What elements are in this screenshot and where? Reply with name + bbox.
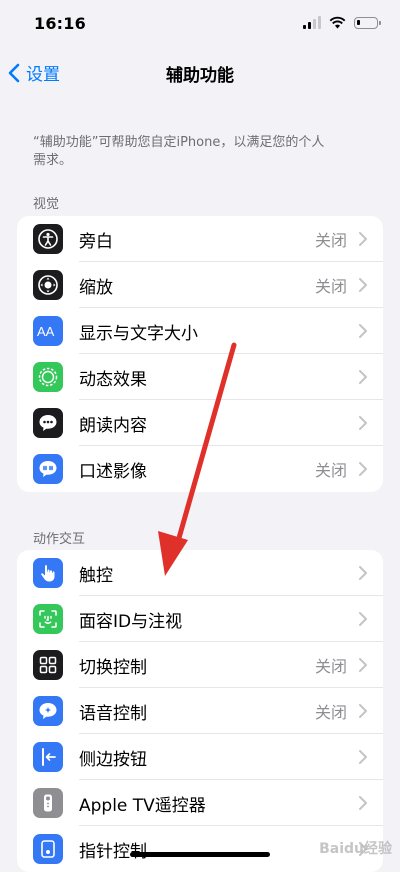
settings-row-apple-tv-remote[interactable]: Apple TV遥控器: [17, 780, 383, 826]
chevron-right-icon: [359, 566, 367, 580]
zoom-icon: [33, 270, 63, 300]
chevron-right-icon: [359, 612, 367, 626]
settings-group-vision: 旁白 关闭 缩放 关闭 AA 显示与文字大小 动态效果 朗读内容 口述影像 关闭: [17, 216, 383, 492]
settings-row-display-text-size[interactable]: AA 显示与文字大小: [17, 308, 383, 354]
watermark-logo: Baidu经验: [319, 841, 392, 857]
settings-row-side-button[interactable]: 侧边按钮: [17, 734, 383, 780]
status-icons: [303, 16, 381, 29]
touch-icon: [33, 558, 63, 588]
settings-row-switch-control[interactable]: 切换控制 关闭: [17, 642, 383, 688]
settings-group-physical-motor: 触控 面容ID与注视 切换控制 关闭 语音控制 关闭 侧边按钮 Apple TV…: [17, 550, 383, 872]
chevron-right-icon: [359, 462, 367, 476]
row-label: 朗读内容: [79, 415, 147, 436]
wifi-icon: [329, 16, 346, 29]
chevron-right-icon: [359, 704, 367, 718]
home-indicator: [130, 852, 270, 857]
voice-control-icon: [33, 696, 63, 726]
row-label: 指针控制: [79, 841, 147, 862]
battery-icon: [354, 16, 381, 29]
face-id-icon: [33, 604, 63, 634]
chevron-right-icon: [359, 416, 367, 430]
row-label: 语音控制: [79, 703, 147, 724]
navigation-bar: 设置 辅助功能: [0, 52, 400, 92]
row-label: Apple TV遥控器: [79, 795, 206, 816]
row-value: 关闭: [314, 461, 347, 480]
page-title: 辅助功能: [166, 66, 234, 86]
cellular-signal-icon: [303, 16, 321, 29]
row-value: 关闭: [314, 231, 347, 250]
settings-row-face-id-attention[interactable]: 面容ID与注视: [17, 596, 383, 642]
settings-row-audio-descriptions[interactable]: 口述影像 关闭: [17, 446, 383, 492]
spoken-content-icon: [33, 408, 63, 438]
row-label: 触控: [79, 565, 113, 586]
audio-description-icon: [33, 454, 63, 484]
row-value: 关闭: [314, 703, 347, 722]
row-label: 动态效果: [79, 369, 147, 390]
chevron-right-icon: [359, 278, 367, 292]
settings-row-zoom[interactable]: 缩放 关闭: [17, 262, 383, 308]
chevron-right-icon: [359, 232, 367, 246]
apple-tv-remote-icon: [33, 788, 63, 818]
settings-row-voiceover[interactable]: 旁白 关闭: [17, 216, 383, 262]
side-button-icon: [33, 742, 63, 772]
settings-row-spoken-content[interactable]: 朗读内容: [17, 400, 383, 446]
row-label: 显示与文字大小: [79, 323, 198, 344]
section-header-physical-motor: 动作交互: [33, 532, 86, 547]
page-description: “辅助功能”可帮助您自定iPhone，以满足您的个人需求。: [33, 135, 325, 168]
row-label: 侧边按钮: [79, 749, 147, 770]
status-time: 16:16: [34, 14, 86, 33]
pointer-control-icon: [33, 834, 63, 864]
row-label: 缩放: [79, 277, 113, 298]
settings-row-voice-control[interactable]: 语音控制 关闭: [17, 688, 383, 734]
chevron-right-icon: [359, 658, 367, 672]
chevron-right-icon: [359, 370, 367, 384]
row-label: 旁白: [79, 231, 113, 252]
chevron-right-icon: [359, 796, 367, 810]
row-label: 面容ID与注视: [79, 611, 183, 632]
section-header-vision: 视觉: [33, 197, 60, 212]
motion-icon: [33, 362, 63, 392]
text-size-icon: AA: [33, 316, 63, 346]
svg-text:AA: AA: [37, 324, 55, 339]
switch-control-icon: [33, 650, 63, 680]
chevron-right-icon: [359, 324, 367, 338]
settings-row-touch[interactable]: 触控: [17, 550, 383, 596]
row-value: 关闭: [314, 277, 347, 296]
row-label: 口述影像: [79, 461, 147, 482]
row-value: 关闭: [314, 657, 347, 676]
settings-row-motion[interactable]: 动态效果: [17, 354, 383, 400]
row-label: 切换控制: [79, 657, 147, 678]
chevron-right-icon: [359, 750, 367, 764]
voiceover-icon: [33, 224, 63, 254]
status-bar: 16:16: [0, 0, 400, 50]
